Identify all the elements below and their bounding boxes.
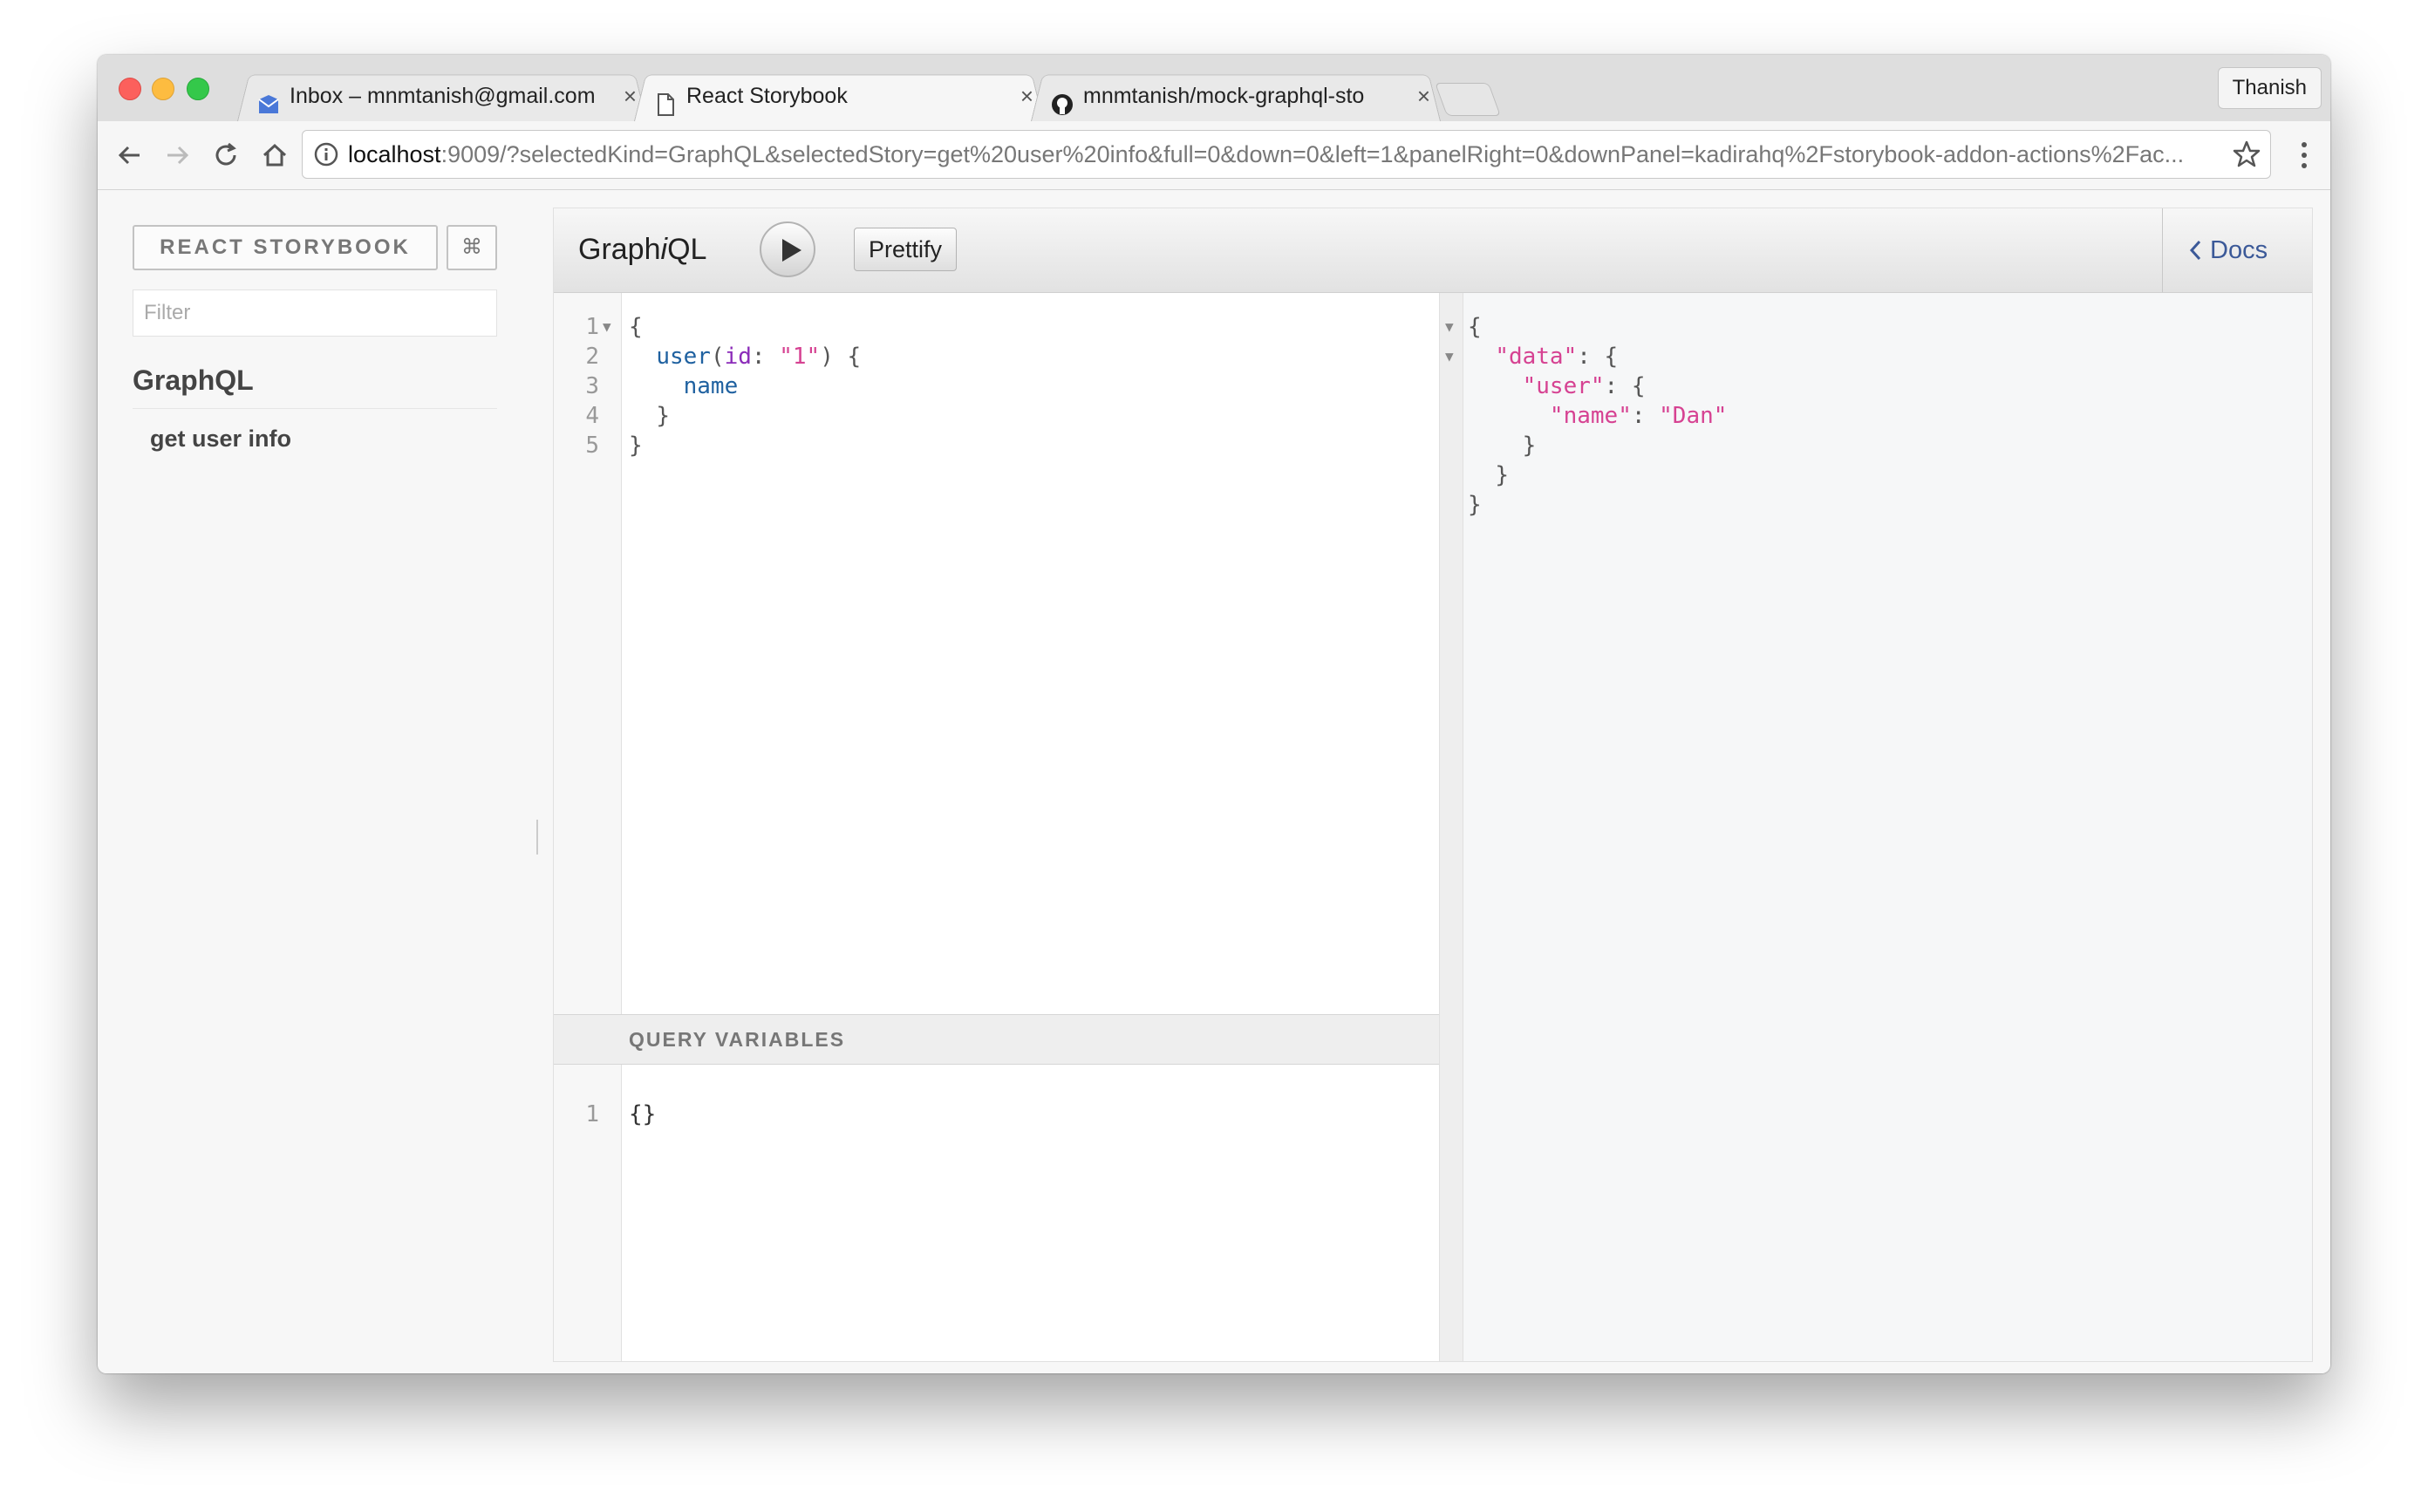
- graphiql-topbar: GraphiQL Prettify Docs: [554, 208, 2312, 293]
- code-line: {: [629, 314, 643, 340]
- sidebar-resize-handle[interactable]: [536, 820, 542, 855]
- code-line: }: [629, 432, 643, 459]
- tab-github[interactable]: mnmtanish/mock-graphql-sto ×: [1031, 71, 1441, 121]
- fold-arrow-icon[interactable]: ▼: [1445, 342, 1454, 371]
- reload-icon[interactable]: [209, 139, 242, 172]
- fold-arrow-icon[interactable]: ▼: [603, 312, 611, 342]
- tab-label: mnmtanish/mock-graphql-sto: [1083, 84, 1365, 108]
- code-line: "name": "Dan": [1549, 403, 1728, 429]
- browser-menu-icon[interactable]: [2299, 140, 2309, 170]
- query-variables-header[interactable]: QUERY VARIABLES: [554, 1014, 1439, 1065]
- docs-label: Docs: [2210, 236, 2268, 264]
- tab-inbox[interactable]: Inbox – mnmtanish@gmail.com ×: [237, 71, 647, 121]
- variables-editor[interactable]: 1 {}: [554, 1065, 1439, 1361]
- close-tab-icon[interactable]: ×: [1417, 71, 1430, 121]
- execute-query-button[interactable]: [760, 221, 815, 277]
- close-window-button[interactable]: [119, 78, 141, 100]
- info-icon[interactable]: [313, 141, 339, 167]
- shortcuts-button[interactable]: ⌘: [447, 225, 497, 270]
- line-number: 5: [585, 432, 599, 459]
- back-icon[interactable]: [113, 139, 147, 172]
- result-gutter: [1440, 293, 1463, 1361]
- code-line: }: [1495, 462, 1509, 488]
- code-line: {: [1468, 314, 1482, 340]
- query-editor[interactable]: 1 ▼ { 2 user(id: "1") { 3 name 4 } 5 }: [554, 293, 1439, 1014]
- graphiql-title: GraphiQL: [578, 233, 707, 266]
- story-link[interactable]: get user info: [150, 426, 291, 453]
- browser-window: Inbox – mnmtanish@gmail.com × React Stor…: [98, 55, 2330, 1373]
- address-bar[interactable]: localhost:9009/?selectedKind=GraphQL&sel…: [302, 130, 2271, 179]
- filter-input[interactable]: [133, 289, 497, 337]
- storybook-brand-button[interactable]: REACT STORYBOOK: [133, 225, 438, 270]
- line-number: 1: [585, 1101, 599, 1127]
- profile-button[interactable]: Thanish: [2217, 67, 2322, 109]
- code-line: {}: [629, 1101, 657, 1127]
- forward-icon[interactable]: [160, 139, 194, 172]
- new-tab-button[interactable]: [1435, 83, 1501, 116]
- inbox-icon: [256, 85, 281, 113]
- code-line: "data": {: [1495, 344, 1619, 370]
- close-tab-icon[interactable]: ×: [1020, 71, 1033, 121]
- code-line: }: [1522, 432, 1537, 459]
- line-number: 1: [585, 314, 599, 340]
- play-icon: [782, 239, 801, 262]
- graphiql-panel: GraphiQL Prettify Docs 1 ▼ { 2 user(id: …: [553, 208, 2313, 1362]
- code-line: }: [656, 403, 670, 429]
- zoom-window-button[interactable]: [187, 78, 209, 100]
- url-host: localhost: [348, 141, 441, 167]
- code-line: user(id: "1") {: [656, 344, 862, 370]
- url-text[interactable]: localhost:9009/?selectedKind=GraphQL&sel…: [348, 131, 2218, 178]
- docs-button[interactable]: Docs: [2162, 208, 2312, 292]
- code-line: "user": {: [1522, 373, 1646, 399]
- document-icon: [653, 85, 678, 116]
- prettify-button[interactable]: Prettify: [854, 228, 958, 271]
- tab-label: React Storybook: [686, 84, 848, 108]
- fold-arrow-icon[interactable]: ▼: [1445, 312, 1454, 342]
- close-tab-icon[interactable]: ×: [624, 71, 637, 121]
- bookmark-star-icon[interactable]: [2232, 140, 2261, 169]
- home-icon[interactable]: [258, 139, 291, 172]
- tab-label: Inbox – mnmtanish@gmail.com: [290, 84, 596, 108]
- code-line: name: [683, 373, 739, 399]
- line-number: 2: [585, 344, 599, 370]
- url-path: :9009/?selectedKind=GraphQL&selectedStor…: [440, 141, 2185, 167]
- story-kind-heading[interactable]: GraphQL: [133, 364, 497, 409]
- github-icon: [1050, 85, 1074, 115]
- tab-react-storybook[interactable]: React Storybook ×: [634, 71, 1044, 121]
- code-line: }: [1468, 492, 1482, 518]
- storybook-page: REACT STORYBOOK ⌘ GraphQL get user info …: [98, 190, 2330, 1373]
- browser-toolbar: localhost:9009/?selectedKind=GraphQL&sel…: [98, 121, 2330, 190]
- chevron-left-icon: [2189, 208, 2201, 292]
- line-number: 3: [585, 373, 599, 399]
- line-number: 4: [585, 403, 599, 429]
- result-viewer[interactable]: ▼ { ▼ "data": { "user": { "name": "Dan" …: [1439, 293, 2312, 1361]
- minimize-window-button[interactable]: [152, 78, 174, 100]
- tab-strip: Inbox – mnmtanish@gmail.com × React Stor…: [98, 55, 2330, 122]
